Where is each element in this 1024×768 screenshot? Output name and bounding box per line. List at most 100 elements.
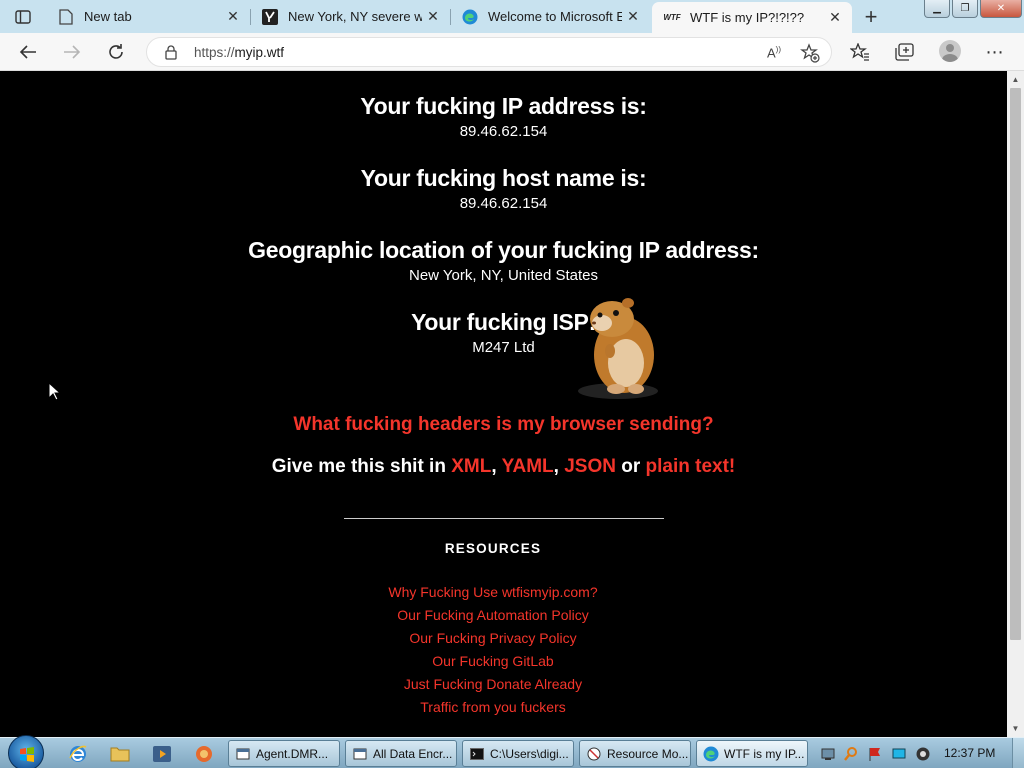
pinned-app[interactable] bbox=[184, 740, 224, 767]
tab-close-icon[interactable]: ✕ bbox=[824, 7, 846, 29]
geo-heading: Geographic location of your fucking IP a… bbox=[248, 237, 759, 263]
url-text[interactable]: https://myip.wtf bbox=[194, 45, 284, 60]
restore-button[interactable]: ❐ bbox=[952, 0, 978, 18]
task-all-data-encr[interactable]: All Data Encr... bbox=[345, 740, 457, 767]
monitor-icon bbox=[586, 746, 602, 762]
address-bar[interactable]: https://myip.wtf A)) bbox=[146, 37, 832, 67]
close-icon: ✕ bbox=[996, 3, 1006, 14]
settings-more-button[interactable]: ⋯ bbox=[981, 38, 1009, 66]
task-wtf-ip[interactable]: WTF is my IP... bbox=[696, 740, 808, 767]
formats-separator: , bbox=[553, 456, 565, 477]
scroll-down-icon[interactable]: ▼ bbox=[1011, 724, 1020, 733]
resource-link-why-use[interactable]: Why Fucking Use wtfismyip.com? bbox=[0, 581, 986, 604]
internet-explorer-icon bbox=[69, 745, 87, 762]
add-favorite-button[interactable] bbox=[799, 42, 821, 64]
hamster-image bbox=[578, 298, 658, 399]
volume-tray-icon[interactable] bbox=[915, 746, 931, 762]
refresh-button[interactable] bbox=[102, 38, 130, 66]
divider bbox=[344, 518, 664, 519]
mouse-cursor-icon bbox=[48, 382, 62, 401]
task-resource-monitor[interactable]: Resource Mo... bbox=[579, 740, 691, 767]
tab-strip: New tab ✕ New York, NY severe wea ✕ Welc… bbox=[0, 0, 1024, 33]
resources-list: Why Fucking Use wtfismyip.com? Our Fucki… bbox=[0, 581, 986, 719]
task-label: Resource Mo... bbox=[607, 746, 689, 761]
start-button[interactable] bbox=[8, 735, 44, 768]
isp-heading: Your fucking ISP: bbox=[411, 309, 596, 335]
search-tray-icon[interactable] bbox=[843, 746, 859, 762]
window-icon bbox=[235, 746, 251, 762]
task-cmd[interactable]: C:\Users\digi... bbox=[462, 740, 574, 767]
tab-edge-welcome[interactable]: Welcome to Microsoft Ed ✕ bbox=[450, 0, 650, 33]
window-icon bbox=[352, 746, 368, 762]
tab-close-icon[interactable]: ✕ bbox=[222, 6, 244, 28]
flag-tray-icon[interactable] bbox=[867, 746, 883, 762]
tab-weather[interactable]: New York, NY severe wea ✕ bbox=[250, 0, 450, 33]
yaml-link[interactable]: YAML bbox=[502, 456, 554, 477]
edge-icon bbox=[703, 746, 719, 762]
host-heading: Your fucking host name is: bbox=[360, 165, 647, 191]
resource-link-automation-policy[interactable]: Our Fucking Automation Policy bbox=[0, 604, 986, 627]
resources-title: RESOURCES bbox=[444, 541, 542, 556]
formats-separator: , bbox=[491, 456, 502, 477]
tab-actions-button[interactable] bbox=[10, 6, 36, 28]
forward-arrow-icon bbox=[64, 45, 81, 59]
geo-value: New York, NY, United States bbox=[409, 267, 598, 284]
resource-link-gitlab[interactable]: Our Fucking GitLab bbox=[0, 650, 986, 673]
lock-icon[interactable] bbox=[163, 44, 179, 60]
page-scrollbar[interactable]: ▲ ▼ bbox=[1007, 71, 1024, 737]
xml-link[interactable]: XML bbox=[451, 456, 491, 477]
favorites-button[interactable] bbox=[846, 38, 874, 66]
media-player-icon bbox=[153, 745, 171, 762]
back-arrow-icon bbox=[19, 45, 36, 59]
tab-wtf-ip[interactable]: WTF WTF is my IP?!?!?? ✕ bbox=[652, 2, 852, 33]
resource-link-privacy-policy[interactable]: Our Fucking Privacy Policy bbox=[0, 627, 986, 650]
scroll-up-icon[interactable]: ▲ bbox=[1011, 75, 1020, 84]
read-aloud-button[interactable]: A)) bbox=[763, 42, 785, 64]
task-label: All Data Encr... bbox=[373, 746, 453, 761]
task-label: Agent.DMR... bbox=[256, 746, 329, 761]
task-label: C:\Users\digi... bbox=[490, 746, 569, 761]
tab-actions-icon bbox=[15, 10, 31, 24]
headers-link[interactable]: What fucking headers is my browser sendi… bbox=[0, 414, 1007, 436]
tab-new-tab[interactable]: New tab ✕ bbox=[46, 0, 250, 33]
refresh-icon bbox=[109, 44, 123, 59]
ip-value: 89.46.62.154 bbox=[459, 123, 548, 140]
forward-button[interactable] bbox=[58, 38, 86, 66]
resource-link-traffic[interactable]: Traffic from you fuckers bbox=[0, 696, 986, 719]
url-host: myip.wtf bbox=[234, 45, 285, 60]
tab-close-icon[interactable]: ✕ bbox=[622, 6, 644, 28]
plain-text-link[interactable]: plain text! bbox=[646, 456, 736, 477]
window-controls: ▁ ❐ ✕ bbox=[922, 0, 1022, 18]
tab-title: New tab bbox=[84, 9, 132, 24]
isp-value: M247 Ltd bbox=[472, 339, 535, 356]
scroll-thumb[interactable] bbox=[1010, 88, 1021, 640]
pinned-explorer[interactable] bbox=[100, 740, 140, 767]
host-value: 89.46.62.154 bbox=[459, 195, 548, 212]
task-agent-dmr[interactable]: Agent.DMR... bbox=[228, 740, 340, 767]
display-tray-icon[interactable] bbox=[891, 746, 907, 762]
pinned-ie[interactable] bbox=[58, 740, 98, 767]
edge-icon bbox=[462, 9, 478, 25]
tab-title: New York, NY severe wea bbox=[288, 9, 422, 24]
windows-logo-icon bbox=[20, 747, 34, 762]
close-window-button[interactable]: ✕ bbox=[980, 0, 1022, 18]
newtab-icon bbox=[58, 8, 74, 25]
cmd-icon bbox=[469, 746, 485, 762]
formats-prefix: Give me this shit in bbox=[271, 456, 452, 477]
resource-link-donate[interactable]: Just Fucking Donate Already bbox=[0, 673, 986, 696]
minimize-button[interactable]: ▁ bbox=[924, 0, 950, 18]
taskbar-clock[interactable]: 12:37 PM bbox=[944, 746, 995, 760]
back-button[interactable] bbox=[14, 38, 42, 66]
show-desktop-button[interactable] bbox=[1012, 738, 1024, 768]
network-tray-icon[interactable] bbox=[820, 746, 836, 762]
read-aloud-icon: A)) bbox=[767, 45, 781, 61]
ip-heading: Your fucking IP address is: bbox=[360, 93, 647, 119]
favorites-icon bbox=[850, 43, 869, 61]
pinned-media-player[interactable] bbox=[142, 740, 182, 767]
collections-button[interactable] bbox=[890, 38, 918, 66]
tab-close-icon[interactable]: ✕ bbox=[422, 6, 444, 28]
browser-toolbar: https://myip.wtf A)) ⋯ bbox=[0, 33, 1024, 71]
json-link[interactable]: JSON bbox=[564, 456, 616, 477]
new-tab-button[interactable]: + bbox=[858, 4, 884, 30]
profile-avatar[interactable] bbox=[939, 40, 961, 62]
